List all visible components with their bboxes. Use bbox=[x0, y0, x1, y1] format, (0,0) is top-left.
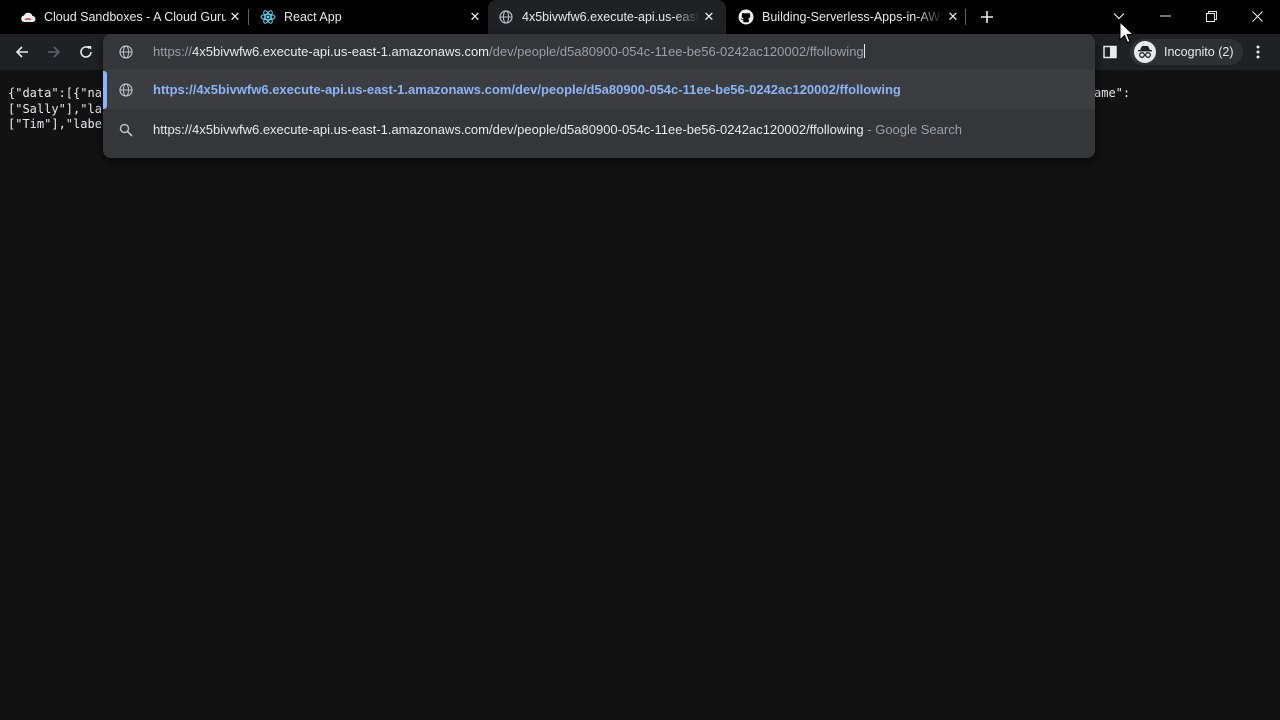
plus-icon bbox=[981, 11, 993, 23]
text-caret bbox=[863, 44, 865, 58]
tab-strip: Cloud Sandboxes - A Cloud Guru ✕ React A… bbox=[0, 0, 1280, 34]
cloud-icon bbox=[20, 9, 36, 25]
selection-indicator bbox=[103, 71, 107, 109]
tab-github-repo[interactable]: Building-Serverless-Apps-in-AWS ✕ bbox=[730, 0, 962, 34]
search-icon bbox=[119, 123, 133, 142]
chevron-down-icon bbox=[1113, 13, 1125, 20]
suggestion-search[interactable]: https://4x5bivwfw6.execute-api.us-east-1… bbox=[103, 111, 1095, 149]
tab-title: Building-Serverless-Apps-in-AWS bbox=[762, 10, 944, 24]
search-engine-label: - Google Search bbox=[863, 122, 962, 137]
new-tab-button[interactable] bbox=[976, 6, 998, 28]
globe-icon bbox=[119, 45, 133, 64]
incognito-icon bbox=[1134, 41, 1156, 63]
side-panel-icon bbox=[1103, 45, 1117, 59]
url-host: 4x5bivwfw6.execute-api.us-east-1.amazona… bbox=[192, 44, 489, 59]
incognito-indicator[interactable]: Incognito (2) bbox=[1130, 39, 1244, 65]
json-response: {"data":[{"na ["Sally"],"la ["Tim"],"labe bbox=[8, 86, 102, 133]
close-icon[interactable]: ✕ bbox=[466, 8, 484, 26]
tab-cloud-sandboxes[interactable]: Cloud Sandboxes - A Cloud Guru ✕ bbox=[12, 0, 244, 34]
close-icon[interactable]: ✕ bbox=[226, 8, 244, 26]
restore-icon bbox=[1205, 10, 1217, 22]
arrow-left-icon bbox=[15, 46, 28, 58]
globe-icon bbox=[498, 9, 514, 25]
tab-separator bbox=[965, 9, 966, 25]
menu-button[interactable] bbox=[1245, 39, 1271, 65]
json-line: ["Tim"],"labe bbox=[8, 117, 102, 131]
incognito-label: Incognito (2) bbox=[1164, 45, 1234, 59]
tab-title: React App bbox=[284, 10, 342, 24]
close-icon bbox=[1251, 10, 1263, 22]
tab-title: Cloud Sandboxes - A Cloud Guru bbox=[44, 10, 226, 24]
search-query: https://4x5bivwfw6.execute-api.us-east-1… bbox=[153, 122, 864, 137]
globe-icon bbox=[119, 83, 133, 102]
minimize-button[interactable] bbox=[1142, 0, 1188, 32]
close-icon[interactable]: ✕ bbox=[700, 8, 718, 26]
arrow-right-icon bbox=[48, 46, 61, 58]
github-icon bbox=[738, 9, 754, 25]
close-window-button[interactable] bbox=[1234, 0, 1280, 32]
kebab-menu-icon bbox=[1256, 45, 1260, 59]
suggestion-url[interactable]: https://4x5bivwfw6.execute-api.us-east-1… bbox=[103, 71, 1095, 109]
tab-separator bbox=[248, 9, 249, 25]
tab-react-app[interactable]: React App ✕ bbox=[252, 0, 484, 34]
url-scheme: https:// bbox=[153, 44, 193, 59]
json-response-fragment: ame": bbox=[1094, 86, 1131, 100]
mouse-cursor-icon bbox=[1119, 20, 1135, 50]
reload-button[interactable] bbox=[73, 39, 99, 65]
forward-button[interactable] bbox=[41, 39, 67, 65]
url-path: /dev/people/d5a80900-054c-11ee-be56-0242… bbox=[489, 44, 864, 59]
tab-api-gateway[interactable]: 4x5bivwfw6.execute-api.us-east- ✕ bbox=[488, 0, 726, 34]
minimize-icon bbox=[1159, 15, 1171, 17]
omnibox-dropdown: https://4x5bivwfw6.execute-api.us-east-1… bbox=[103, 34, 1095, 158]
back-button[interactable] bbox=[9, 39, 35, 65]
suggestion-text: https://4x5bivwfw6.execute-api.us-east-1… bbox=[153, 82, 901, 97]
restore-button[interactable] bbox=[1188, 0, 1234, 32]
address-input[interactable]: https://4x5bivwfw6.execute-api.us-east-1… bbox=[153, 44, 865, 59]
reload-icon bbox=[80, 46, 92, 58]
json-line: ["Sally"],"la bbox=[8, 101, 102, 116]
suggestion-text: https://4x5bivwfw6.execute-api.us-east-1… bbox=[153, 122, 962, 137]
json-line: {"data":[{"na bbox=[8, 86, 102, 100]
address-bar[interactable]: https://4x5bivwfw6.execute-api.us-east-1… bbox=[103, 34, 1095, 70]
react-icon bbox=[260, 9, 276, 25]
tab-title: 4x5bivwfw6.execute-api.us-east- bbox=[522, 10, 700, 24]
close-icon[interactable]: ✕ bbox=[944, 8, 962, 26]
